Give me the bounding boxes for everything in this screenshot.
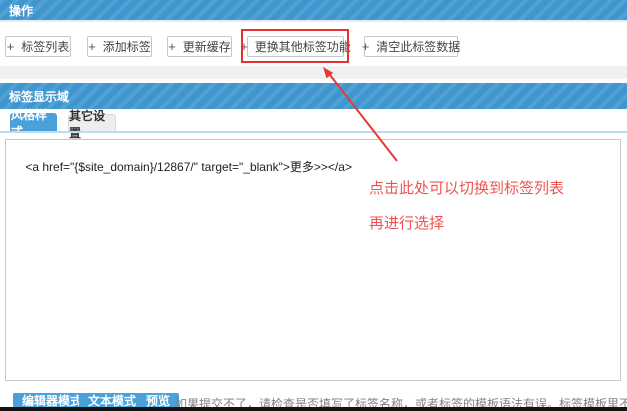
display-area-title: 标签显示域 — [9, 88, 69, 105]
operations-title: 操作 — [9, 2, 33, 19]
code-text: <a href="{$site_domain}/12867/" target="… — [25, 160, 352, 174]
annotation-line1: 点击此处可以切换到标签列表 — [369, 177, 564, 198]
plus-icon: + — [7, 40, 15, 53]
clear-tag-data-button[interactable]: + 清空此标签数据 — [364, 36, 458, 57]
plus-icon: + — [168, 40, 176, 53]
display-area-header: 标签显示域 — [0, 83, 627, 109]
clear-tag-data-label: 清空此标签数据 — [376, 38, 460, 55]
preview-button[interactable]: 预览 — [137, 393, 179, 408]
tab-style[interactable]: 风格样式 — [10, 113, 57, 132]
operations-header: 操作 — [0, 0, 627, 22]
switch-tag-function-button[interactable]: + 更换其他标签功能 — [247, 36, 344, 57]
tab-style-label: 风格样式 — [11, 106, 56, 140]
plus-icon: + — [88, 40, 96, 53]
tab-underline — [0, 131, 627, 133]
tag-editor-window: 操作 + 标签列表 + 添加标签 + 更新缓存 + 更换其他标签功能 + 清空此… — [0, 0, 627, 411]
tag-list-label: 标签列表 — [21, 38, 69, 55]
tab-other-settings-label: 其它设置 — [69, 107, 115, 141]
switch-tag-function-label: 更换其他标签功能 — [255, 38, 351, 55]
tag-list-button[interactable]: + 标签列表 — [5, 36, 71, 57]
plus-icon: + — [362, 40, 370, 53]
code-editor[interactable]: <a href="{$site_domain}/12867/" target="… — [5, 139, 621, 381]
update-cache-label: 更新缓存 — [183, 38, 231, 55]
add-tag-label: 添加标签 — [103, 38, 151, 55]
update-cache-button[interactable]: + 更新缓存 — [167, 36, 232, 57]
bottom-edge-bar — [0, 407, 627, 411]
tab-other-settings[interactable]: 其它设置 — [68, 114, 116, 132]
annotation-line2: 再进行选择 — [369, 212, 444, 233]
text-mode-button[interactable]: 文本模式 — [79, 393, 145, 408]
section-divider — [0, 66, 627, 79]
plus-icon: + — [240, 40, 248, 53]
add-tag-button[interactable]: + 添加标签 — [87, 36, 152, 57]
